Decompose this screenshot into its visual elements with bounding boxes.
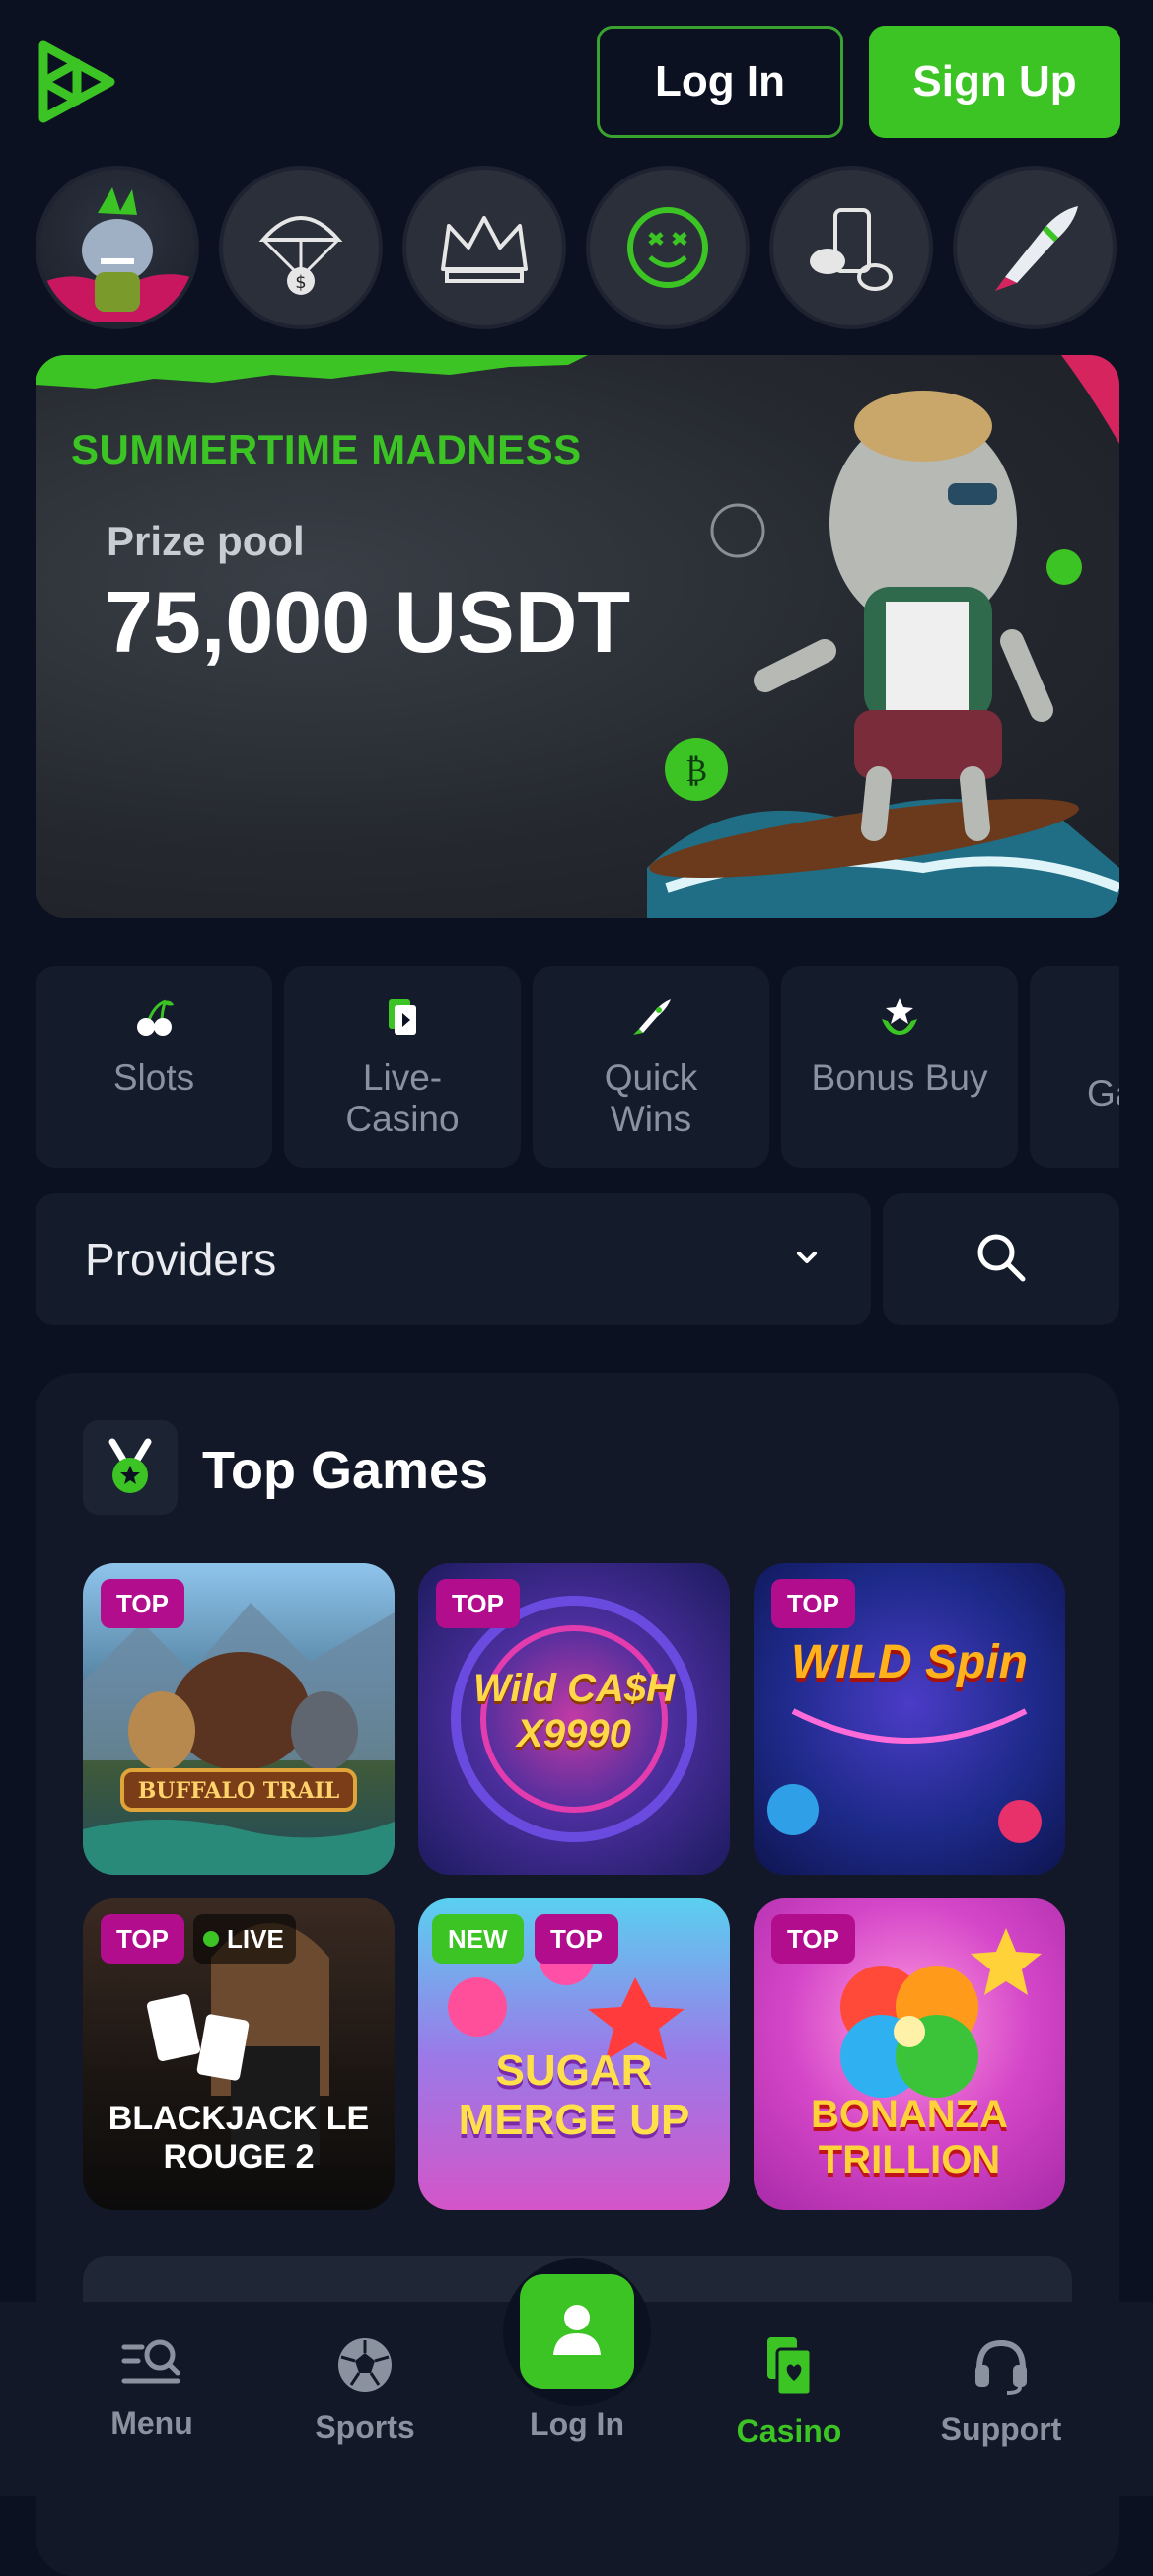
svg-text:$: $ [295,272,306,293]
game-tile-buffalo-trail[interactable]: BUFFALO TRAIL TOP [83,1563,395,1875]
game-tile-sugar-merge-up[interactable]: SUGAR MERGE UP NEW TOP [418,1898,730,2210]
login-button[interactable]: Log In [597,26,843,138]
medal-icon [83,1420,178,1515]
cherry-icon [132,992,176,1041]
user-icon [545,2298,609,2366]
search-icon [973,1230,1029,1290]
rocket-icon [629,992,673,1041]
category-live-casino[interactable]: Live- Casino [284,966,521,1168]
game-title: BLACKJACK LE ROUGE 2 [108,2100,370,2176]
nav-label: Support [940,2411,1062,2447]
category-label: Slots [112,1057,195,1098]
category-games[interactable]: Ga [1030,966,1119,1168]
category-label: Quick Wins [604,1057,698,1139]
story-smiley-coin[interactable] [586,166,750,329]
banner-tag: SUMMERTIME MADNESS [71,426,582,472]
badge-top: TOP [436,1579,520,1628]
category-label: Bonus Buy [811,1057,988,1098]
play-logo-icon[interactable] [36,39,118,124]
category-slots[interactable]: Slots [36,966,272,1168]
banner-amount: 75,000 USDT [105,573,631,671]
category-label: Live- Casino [345,1057,460,1139]
badge-live: LIVE [193,1914,296,1964]
providers-dropdown[interactable]: Providers [36,1193,871,1325]
game-tile-blackjack[interactable]: BLACKJACK LE ROUGE 2 TOP LIVE [83,1898,395,2210]
svg-text:₿: ₿ [685,751,707,789]
game-tile-wild-spin[interactable]: WILD Spin TOP [754,1563,1065,1875]
game-title: BUFFALO TRAIL [137,1778,340,1804]
game-title: SUGAR MERGE UP [458,2046,690,2144]
providers-label: Providers [85,1234,277,1285]
banner-subtitle: Prize pool [107,518,305,564]
story-parachute-coin[interactable]: $ [219,166,383,329]
nav-support[interactable]: Support [902,2335,1100,2448]
nav-casino[interactable]: Casino [690,2335,888,2450]
nav-login-button[interactable] [520,2274,634,2389]
game-tile-wild-cash[interactable]: Wild CA$H X9990 TOP [418,1563,730,1875]
signup-button[interactable]: Sign Up [869,26,1120,138]
category-quick-wins[interactable]: Quick Wins [533,966,769,1168]
nav-label: Sports [315,2409,415,2445]
category-label: Ga [1087,1073,1119,1113]
story-crown[interactable] [402,166,566,329]
badge-top: TOP [101,1579,184,1628]
badge-new: NEW [432,1914,524,1964]
game-tile-bonanza-trillion[interactable]: BONANZA TRILLION TOP [754,1898,1065,2210]
live-label: LIVE [227,1923,284,1954]
top-games-title: Top Games [202,1441,489,1500]
star-hand-icon [878,992,921,1041]
search-button[interactable] [883,1193,1119,1325]
menu-search-icon [120,2335,183,2396]
casino-cards-icon [759,2335,819,2403]
headset-icon [972,2335,1031,2401]
game-title: Wild CA$H X9990 [472,1667,676,1755]
game-title: WILD Spin [791,1636,1028,1688]
nav-menu[interactable]: Menu [53,2335,251,2442]
badge-top: TOP [101,1914,184,1964]
nav-login-label: Log In [530,2406,624,2442]
live-dot-icon [203,1931,219,1947]
badge-top: TOP [771,1914,855,1964]
soccer-ball-icon [335,2335,395,2399]
live-card-icon [381,992,424,1041]
badge-top: TOP [771,1579,855,1628]
chevron-down-icon [792,1243,822,1277]
story-shark-mascot[interactable] [36,166,199,329]
game-title: BONANZA TRILLION [811,2093,1008,2182]
badge-top: TOP [535,1914,618,1964]
nav-label: Menu [110,2405,193,2441]
nav-label: Casino [736,2413,842,2449]
nav-sports[interactable]: Sports [266,2335,464,2446]
category-bonus-buy[interactable]: Bonus Buy [781,966,1018,1168]
story-rocket[interactable] [953,166,1117,329]
story-chat-phone[interactable] [769,166,933,329]
